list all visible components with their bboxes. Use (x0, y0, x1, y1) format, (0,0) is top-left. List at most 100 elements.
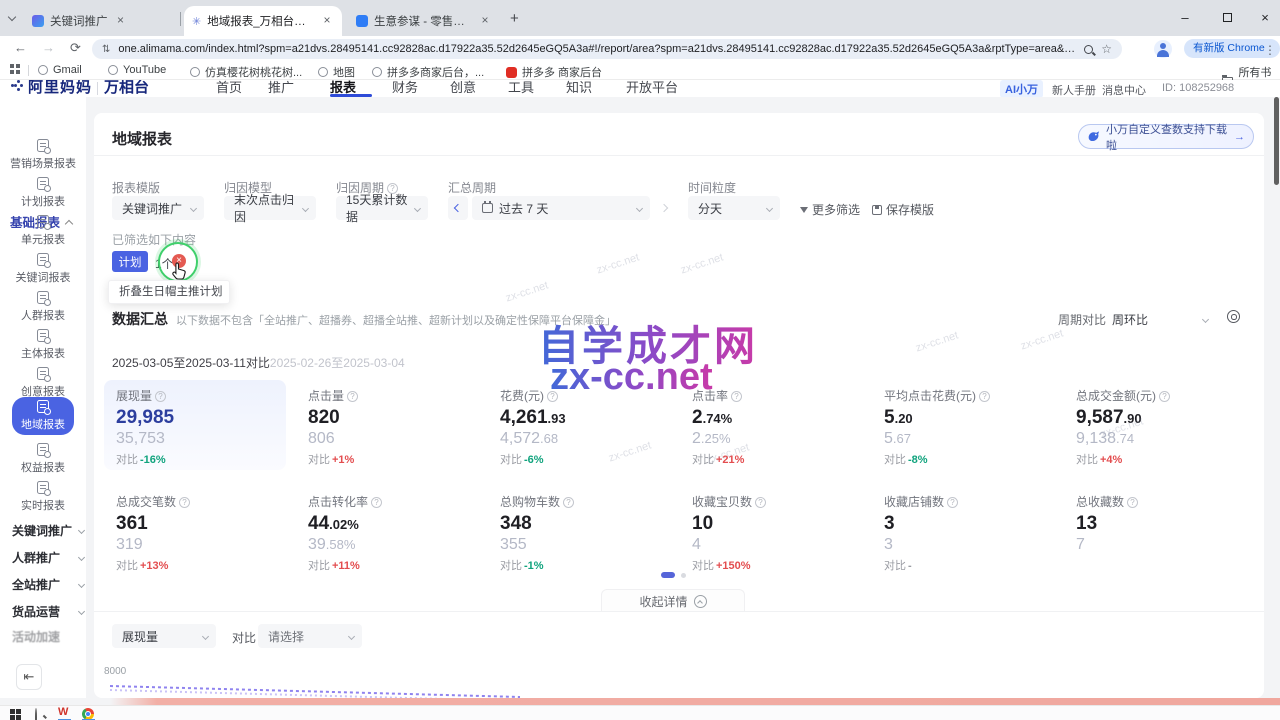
bookmark-star-icon[interactable] (1101, 42, 1112, 56)
sidebar-item-subject[interactable]: 主体报表 (0, 326, 86, 364)
metric-card-item-favs[interactable]: 收藏宝贝数 10 4 对比+150% (680, 486, 862, 576)
window-minimize-button[interactable] (1170, 10, 1200, 25)
chart-metric-select[interactable]: 展现量 (112, 624, 216, 648)
metric-card-carts[interactable]: 总购物车数 348 355 对比-1% (488, 486, 670, 576)
sidebar-item-unit[interactable]: 单元报表 (0, 212, 86, 250)
metric-card-total-favs[interactable]: 总收藏数 13 7 (1064, 486, 1246, 576)
bookmark-item[interactable]: 拼多多商家后台，... (372, 64, 484, 80)
message-center-link[interactable]: 消息中心 (1102, 82, 1146, 97)
period-compare-select[interactable]: 周环比 (1112, 311, 1208, 328)
attribution-period-select[interactable]: 15天累计数据 (336, 196, 428, 220)
tab-close-icon[interactable] (114, 14, 128, 28)
metric-card-clicks[interactable]: 点击量 820 806 对比+1% (296, 380, 478, 470)
help-icon[interactable] (755, 497, 766, 508)
plan-tag[interactable]: 计划 (112, 251, 148, 272)
sidebar-nav-audience-promo[interactable]: 人群推广 (12, 547, 84, 567)
metric-card-gmv[interactable]: 总成交金额(元) 9,587.90 9,138.74 对比+4% (1064, 380, 1246, 470)
bookmark-item[interactable]: 地图 (318, 64, 355, 80)
more-filters-button[interactable]: 更多筛选 (800, 201, 860, 218)
help-icon[interactable] (347, 391, 358, 402)
help-icon[interactable] (1127, 497, 1138, 508)
help-icon[interactable] (155, 391, 166, 402)
nav-promote[interactable]: 推广 (268, 80, 294, 96)
metric-card-avg-cpc[interactable]: 平均点击花费(元) 5.20 5.67 对比-8% (872, 380, 1054, 470)
tab-search-icon[interactable] (8, 13, 16, 21)
new-tab-button[interactable] (510, 10, 519, 27)
sidebar-nav-goods-ops[interactable]: 货品运营 (12, 601, 84, 621)
gear-icon[interactable] (1227, 310, 1240, 323)
browser-tab-active[interactable]: ✳ 地域报表_万相台无界版 (184, 6, 342, 36)
sidebar-item-region-active[interactable]: 地域报表 (12, 397, 74, 435)
help-icon[interactable] (179, 497, 190, 508)
collapse-details-button[interactable]: 收起详情 (601, 589, 745, 612)
carousel-dot[interactable] (681, 573, 686, 578)
chart-compare-select[interactable]: 请选择 (258, 624, 362, 648)
nav-creative[interactable]: 创意 (450, 80, 476, 96)
nav-tools[interactable]: 工具 (508, 80, 534, 96)
profile-avatar[interactable] (1154, 40, 1172, 58)
date-next-button[interactable] (654, 196, 674, 220)
windows-start-icon[interactable] (10, 709, 21, 720)
browser-menu-icon[interactable] (1264, 43, 1276, 57)
help-icon[interactable] (371, 497, 382, 508)
date-range-select[interactable]: 过去 7 天 (472, 196, 650, 220)
promo-banner-button[interactable]: 小万自定义查数支持下载啦 (1078, 124, 1254, 149)
reload-icon[interactable] (70, 40, 81, 56)
sidebar-nav-keyword-promo[interactable]: 关键词推广 (12, 520, 84, 540)
chevron-down-icon (414, 205, 421, 212)
site-info-icon[interactable] (102, 44, 110, 55)
sidebar-item-plan[interactable]: 计划报表 (0, 174, 86, 212)
taskbar-search-icon[interactable] (35, 709, 37, 720)
help-icon[interactable] (563, 497, 574, 508)
help-icon[interactable] (979, 391, 990, 402)
bookmark-item[interactable]: 仿真樱花树桃花树... (190, 64, 302, 80)
back-icon[interactable] (14, 40, 27, 55)
help-icon[interactable] (947, 497, 958, 508)
window-restore-button[interactable] (1212, 10, 1242, 25)
url-input[interactable]: one.alimama.com/index.html?spm=a21dvs.28… (92, 39, 1122, 59)
date-prev-button[interactable] (448, 196, 468, 220)
sidebar-item-marketing-scene[interactable]: 营销场景报表 (0, 136, 86, 174)
metric-card-cvr[interactable]: 点击转化率 44.02% 39.58% 对比+11% (296, 486, 478, 576)
metric-card-orders[interactable]: 总成交笔数 361 319 对比+13% (104, 486, 286, 576)
help-icon[interactable] (731, 391, 742, 402)
bookmark-item[interactable]: Gmail (38, 64, 82, 76)
nav-open-platform[interactable]: 开放平台 (626, 80, 678, 96)
sidebar-item-keyword[interactable]: 关键词报表 (0, 250, 86, 288)
wps-app-icon[interactable]: W (58, 706, 68, 718)
save-template-button[interactable]: 保存模版 (872, 201, 934, 218)
ai-assistant-button[interactable]: AI小万 (1000, 80, 1043, 97)
sidebar-item-rights[interactable]: 权益报表 (0, 440, 86, 478)
browser-tab[interactable]: 关键词推广 (24, 6, 178, 36)
apps-grid-icon[interactable] (10, 64, 21, 75)
tab-close-icon[interactable] (478, 14, 492, 28)
metric-card-impressions[interactable]: 展现量 29,985 35,753 对比-16% (104, 380, 286, 470)
time-granularity-select[interactable]: 分天 (688, 196, 780, 220)
sidebar-nav-activity[interactable]: 活动加速 (12, 626, 84, 646)
chevron-down-icon (766, 204, 773, 211)
globe-icon (108, 65, 118, 75)
attribution-model-select[interactable]: 末次点击归因 (224, 196, 316, 220)
report-icon (37, 443, 49, 456)
sidebar-item-realtime[interactable]: 实时报表 (0, 478, 86, 516)
nav-finance[interactable]: 财务 (392, 80, 418, 96)
nav-home[interactable]: 首页 (216, 80, 242, 96)
help-icon[interactable] (1159, 391, 1170, 402)
sidebar-collapse-button[interactable] (16, 664, 42, 690)
zoom-icon[interactable] (1084, 45, 1093, 54)
carousel-dot-active[interactable] (661, 572, 675, 578)
newbie-guide-link[interactable]: 新人手册 (1052, 82, 1096, 97)
nav-knowledge[interactable]: 知识 (566, 80, 592, 96)
report-template-select[interactable]: 关键词推广 (112, 196, 204, 220)
bookmarks-bar: Gmail YouTube 仿真樱花树桃花树... 地图 拼多多商家后台，...… (0, 62, 1280, 80)
metric-card-shop-favs[interactable]: 收藏店铺数 3 3 对比- (872, 486, 1054, 576)
tab-close-icon[interactable] (320, 14, 334, 28)
bookmark-item[interactable]: 拼多多 商家后台 (506, 64, 602, 80)
window-close-button[interactable] (1250, 10, 1280, 25)
page-scrollbar[interactable] (1274, 97, 1279, 185)
browser-tab[interactable]: 生意参谋 - 零售电商大数据产… (348, 6, 500, 36)
bookmark-item[interactable]: YouTube (108, 64, 166, 76)
sidebar-item-audience[interactable]: 人群报表 (0, 288, 86, 326)
sidebar-nav-sitewide-promo[interactable]: 全站推广 (12, 574, 84, 594)
forward-icon[interactable] (42, 40, 55, 55)
